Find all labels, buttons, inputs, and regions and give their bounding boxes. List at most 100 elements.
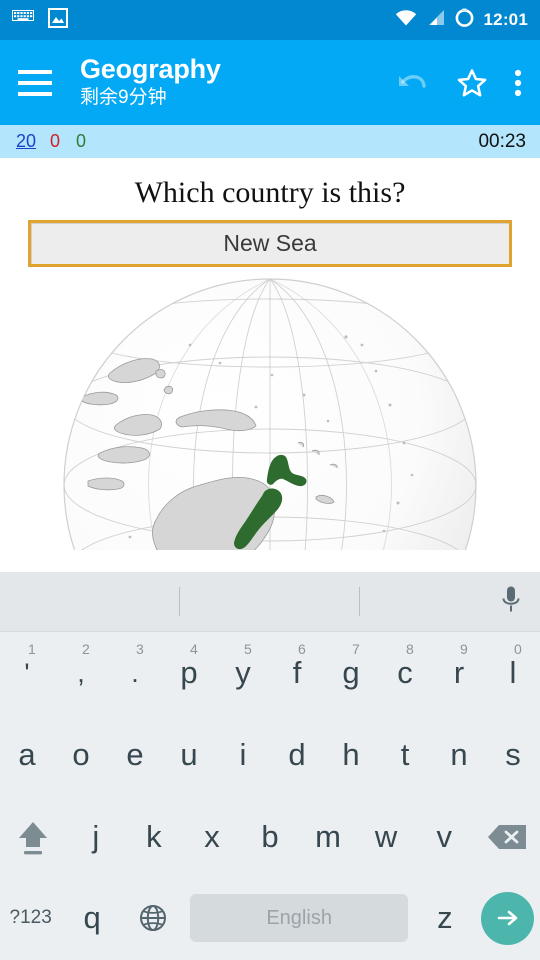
key-s[interactable]: s [486,714,540,796]
keyboard-row-1: 1 ' 2 , 3 . 4 p 5 y 6 f 7 g 8 c 9 r 0 l [0,632,540,714]
overflow-menu-icon[interactable] [514,67,522,99]
key-j[interactable]: j [67,796,125,878]
key-z[interactable]: z [414,878,475,958]
keyboard-icon [12,10,34,30]
key-i[interactable]: i [216,714,270,796]
status-bar-right-icons: 12:01 [395,7,528,33]
score-remaining[interactable]: 20 [16,131,36,152]
key-a[interactable]: a [0,714,54,796]
wifi-icon [395,9,417,31]
key-k[interactable]: k [125,796,183,878]
key-hint: 8 [406,641,414,657]
key-hint: 6 [298,641,306,657]
score-wrong: 0 [50,131,61,151]
image-icon [48,7,68,33]
key-q[interactable]: q [61,878,122,958]
suggestion-slot-2[interactable] [180,572,360,631]
key-label: z [437,900,453,935]
key-label: e [126,737,144,772]
spacebar[interactable]: English [190,894,409,942]
backspace-icon[interactable] [473,822,540,852]
answer-input-value: New Sea [223,230,317,256]
key-t[interactable]: t [378,714,432,796]
key-label: n [450,737,468,772]
key-h[interactable]: h [324,714,378,796]
key-n[interactable]: n [432,714,486,796]
key-hint: 1 [28,641,36,657]
answer-field-wrapper: New Sea [0,214,540,267]
key-period[interactable]: 3 . [108,632,162,714]
microphone-icon[interactable] [500,584,522,619]
key-g[interactable]: 7 g [324,632,378,714]
key-label: x [204,819,220,854]
key-e[interactable]: e [108,714,162,796]
keyboard-row-2: a o e u i d h t n s [0,714,540,796]
key-label: v [436,819,452,854]
key-x[interactable]: x [183,796,241,878]
key-y[interactable]: 5 y [216,632,270,714]
app-bar-titles: Geography 剩余9分钟 [80,55,221,109]
key-label: i [239,737,247,772]
key-v[interactable]: v [415,796,473,878]
key-p[interactable]: 4 p [162,632,216,714]
key-d[interactable]: d [270,714,324,796]
key-hint: 2 [82,641,90,657]
key-label: ' [24,657,30,688]
key-c[interactable]: 8 c [378,632,432,714]
key-label: l [509,655,517,690]
key-label: p [180,655,198,690]
key-label: b [261,819,279,854]
key-b[interactable]: b [241,796,299,878]
orthographic-globe-svg [63,278,477,550]
key-o[interactable]: o [54,714,108,796]
enter-key[interactable] [476,891,540,945]
key-label: h [342,737,360,772]
app-bar-actions [396,67,526,99]
key-hint: 7 [352,641,360,657]
answer-input[interactable]: New Sea [28,220,512,267]
score-bar: 20 0 0 00:23 [0,125,540,158]
key-label: g [342,655,360,690]
globe-language-icon[interactable] [123,878,184,958]
key-u[interactable]: u [162,714,216,796]
question-text: Which country is this? [134,176,406,209]
key-label: f [292,655,302,690]
status-bar-clock: 12:01 [483,10,528,29]
cell-signal-icon [426,9,445,31]
battery-circle-icon [454,7,475,33]
time-remaining-subtitle: 剩余9分钟 [80,86,167,108]
key-w[interactable]: w [357,796,415,878]
suggestion-slot-1[interactable] [0,572,180,631]
key-apostrophe[interactable]: 1 ' [0,632,54,714]
key-label: y [235,655,251,690]
key-label: s [505,737,521,772]
key-l[interactable]: 0 l [486,632,540,714]
on-screen-keyboard: 1 ' 2 , 3 . 4 p 5 y 6 f 7 g 8 c 9 r 0 l … [0,572,540,960]
key-r[interactable]: 9 r [432,632,486,714]
arrow-right-enter-icon [481,891,535,945]
keyboard-row-4: ?123 q English z [0,878,540,958]
key-label: o [72,737,90,772]
app-bar: Geography 剩余9分钟 [0,40,540,125]
key-label: k [146,819,162,854]
keyboard-row-3: j k x b m w v [0,796,540,878]
spacebar-label: English [266,906,332,929]
key-comma[interactable]: 2 , [54,632,108,714]
suggestion-strip [0,572,540,632]
key-label: t [400,737,410,772]
star-icon[interactable] [456,67,488,99]
shift-icon[interactable] [0,816,67,858]
page-title: Geography [80,54,221,85]
quiz-timer: 00:23 [478,130,526,152]
undo-icon[interactable] [396,68,430,98]
key-f[interactable]: 6 f [270,632,324,714]
score-correct: 0 [76,131,87,151]
key-label: . [131,657,139,688]
key-m[interactable]: m [299,796,357,878]
key-label: m [315,819,341,854]
key-label: d [288,737,306,772]
key-hint: 9 [460,641,468,657]
key-hint: 0 [514,641,522,657]
hamburger-menu-icon[interactable] [18,69,52,96]
symbols-toggle-key[interactable]: ?123 [0,878,61,958]
